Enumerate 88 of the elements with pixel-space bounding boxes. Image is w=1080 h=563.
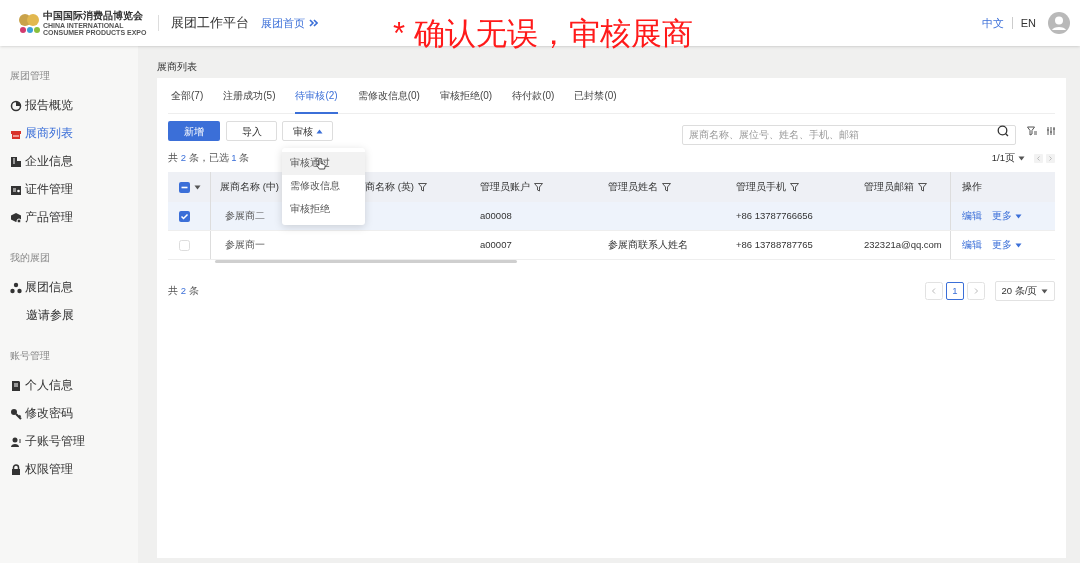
next-page-icon <box>967 282 985 300</box>
sidebar-item[interactable]: 邀请参展 <box>0 302 138 330</box>
search-field[interactable]: 展商名称、展位号、姓名、手机、邮箱 <box>682 124 1016 145</box>
sidebar-item[interactable]: 展团信息 <box>0 274 138 302</box>
tab[interactable]: 待审核(2) <box>295 78 338 114</box>
tab[interactable]: 已封禁(0) <box>574 78 617 114</box>
menu-icon <box>10 408 22 420</box>
menu-icon <box>10 128 22 140</box>
menu-icon <box>10 184 22 196</box>
sidebar-item[interactable]: 企业信息 <box>0 148 138 176</box>
columns-icon <box>1047 126 1055 136</box>
page-button[interactable]: 1 <box>946 282 964 300</box>
column-header: 操作 <box>962 179 982 194</box>
import-button[interactable]: 导入 <box>226 121 277 141</box>
prev-page-icon <box>925 282 943 300</box>
sidebar-item[interactable]: 产品管理 <box>0 204 138 232</box>
table-cell-text: +86 13788787765 <box>736 237 813 252</box>
table-cell-text: 参展商二 <box>225 208 265 223</box>
menu-item[interactable]: 需修改信息 <box>282 175 365 198</box>
language-link[interactable]: 中文 <box>981 14 1004 32</box>
caret-icon <box>1015 242 1022 248</box>
sidebar-item[interactable]: 修改密码 <box>0 400 138 428</box>
table-row[interactable]: 参展商一 a00007 参展商联系人姓名 +86 13788787765 232321a@qq.com 编辑 更多 <box>168 231 1055 260</box>
caret-icon <box>1041 288 1049 294</box>
menu-icon <box>10 212 22 224</box>
breadcrumb: 展商列表 <box>157 60 198 74</box>
logo-icon <box>18 12 40 34</box>
column-header: 管理员邮箱 <box>864 179 914 194</box>
filter-settings-icon <box>1027 126 1037 136</box>
next-page-icon <box>1046 153 1055 163</box>
add-button[interactable]: 新增 <box>168 121 220 141</box>
checkbox[interactable] <box>179 210 190 222</box>
selection-summary: 共 2 条，已选 1 条 <box>168 150 250 165</box>
edit-link[interactable]: 编辑 <box>962 208 982 224</box>
table-cell-text: +86 13787766656 <box>736 208 813 223</box>
column-header: 展商名称 (中) <box>220 179 279 194</box>
tab[interactable]: 全部(7) <box>171 78 204 114</box>
more-link[interactable]: 更多 <box>992 237 1022 253</box>
tab[interactable]: 审核拒绝(0) <box>439 78 493 114</box>
column-header: 管理员姓名 <box>608 179 658 194</box>
page-size-select[interactable]: 20 条/页 <box>995 281 1055 301</box>
tab[interactable]: 待付款(0) <box>512 78 555 114</box>
scrollbar[interactable] <box>215 260 517 263</box>
menu-icon <box>10 282 22 294</box>
sidebar-item[interactable]: 个人信息 <box>0 372 138 400</box>
menu-icon <box>10 464 22 476</box>
language-link[interactable]: EN <box>1020 14 1036 32</box>
checkbox[interactable] <box>179 239 190 251</box>
menu-icon <box>10 100 22 112</box>
avatar-icon <box>1048 12 1070 34</box>
audit-button[interactable]: 审核 <box>282 121 333 141</box>
table-cell-text: 232321a@qq.com <box>864 237 942 252</box>
table-cell-text: a00007 <box>480 237 512 252</box>
sidebar-item[interactable]: 子账号管理 <box>0 428 138 456</box>
column-header: 商名称 (英) <box>365 179 414 194</box>
sidebar-group-title: 我的展团 <box>9 251 51 265</box>
table-cell-text: 参展商联系人姓名 <box>608 237 688 252</box>
sidebar-item[interactable]: 权限管理 <box>0 456 138 484</box>
sidebar-group-title: 账号管理 <box>9 349 51 363</box>
tab[interactable]: 需修改信息(0) <box>357 78 420 114</box>
checkbox[interactable] <box>179 181 190 193</box>
caret-icon <box>1018 155 1025 161</box>
logo-name: 中国国际消费品博览会 <box>43 10 144 21</box>
menu-icon <box>10 380 22 392</box>
menu-icon <box>10 436 22 448</box>
platform-title: 展团工作平台 <box>171 14 250 33</box>
double-chevron-icon <box>309 19 319 27</box>
sidebar-item[interactable]: 展商列表 <box>0 120 138 148</box>
more-link[interactable]: 更多 <box>992 208 1022 224</box>
page-select[interactable]: 1/1页 <box>991 150 1025 166</box>
tab[interactable]: 注册成功(5) <box>223 78 276 114</box>
caption-text: * 确认无误，审核展商 <box>393 18 693 49</box>
edit-link[interactable]: 编辑 <box>962 237 982 253</box>
table-cell-text: a00008 <box>480 208 512 223</box>
search-icon <box>997 125 1009 137</box>
column-header: 管理员账户 <box>480 179 530 194</box>
prev-page-icon <box>1034 153 1043 163</box>
sidebar-group-title: 展团管理 <box>9 69 51 83</box>
caret-icon <box>1015 213 1022 219</box>
table-cell-text: 参展商一 <box>225 237 265 252</box>
sidebar-item[interactable]: 报告概览 <box>0 92 138 120</box>
sidebar-item[interactable]: 证件管理 <box>0 176 138 204</box>
caret-icon <box>194 184 201 190</box>
menu-icon <box>10 156 22 168</box>
home-link[interactable]: 展团首页 <box>261 14 319 32</box>
total-count: 共 2 条 <box>168 283 199 298</box>
menu-item[interactable]: 审核拒绝 <box>282 198 365 221</box>
column-header: 管理员手机 <box>736 179 786 194</box>
